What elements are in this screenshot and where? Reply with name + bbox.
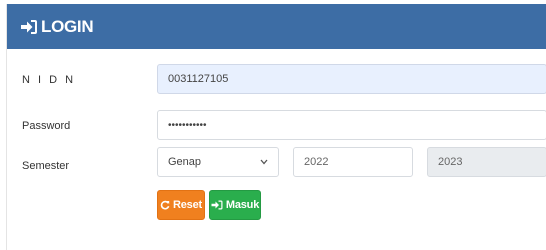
sign-in-icon — [20, 19, 38, 35]
reset-button[interactable]: Reset — [157, 190, 205, 220]
semester-label: Semester — [22, 160, 70, 172]
page-title: LOGIN — [41, 16, 94, 36]
reset-button-label: Reset — [173, 199, 202, 211]
panel-header: LOGIN — [7, 4, 546, 49]
refresh-icon — [160, 200, 170, 210]
login-page: LOGIN N I D N 0031127105 Password ••••••… — [0, 0, 546, 250]
password-label: Password — [22, 120, 71, 132]
year-start-input[interactable]: 2022 — [293, 147, 413, 177]
masuk-button[interactable]: Masuk — [209, 190, 261, 220]
chevron-down-icon — [260, 157, 268, 167]
semester-select-value: Genap — [168, 156, 202, 168]
semester-select[interactable]: Genap — [157, 147, 279, 177]
nidn-input[interactable]: 0031127105 — [157, 64, 546, 94]
year-end-input: 2023 — [427, 147, 546, 177]
nidn-label: N I D N — [22, 74, 76, 86]
masuk-button-label: Masuk — [225, 199, 260, 211]
login-panel: LOGIN N I D N 0031127105 Password ••••••… — [6, 4, 546, 250]
sign-in-icon — [211, 200, 223, 210]
password-input[interactable]: ••••••••••• — [157, 110, 546, 140]
